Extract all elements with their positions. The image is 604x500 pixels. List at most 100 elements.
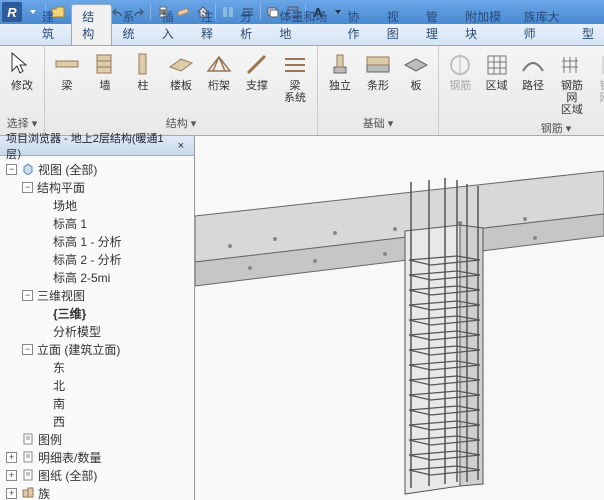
- area-icon: [483, 50, 511, 78]
- ribbon-btn-brace[interactable]: 支撑: [239, 48, 275, 94]
- ribbon-btn-label: 条形: [367, 80, 389, 92]
- tree-toggle-icon[interactable]: +: [6, 452, 17, 463]
- ribbon-btn-label: 独立: [329, 80, 351, 92]
- ribbon-btn-label: 板: [411, 80, 422, 92]
- tree-label: 场地: [53, 197, 77, 214]
- tree-node[interactable]: 标高 2 - 分析: [2, 250, 192, 268]
- ribbon-btn-fabric[interactable]: 钢筋网区域: [552, 48, 591, 118]
- truss-icon: [205, 50, 233, 78]
- tab-结构[interactable]: 结构: [71, 4, 112, 45]
- ribbon-btn-label: 墙: [100, 80, 111, 92]
- close-icon[interactable]: ×: [174, 140, 188, 152]
- tab-体量和场地[interactable]: 体量和场地: [269, 5, 337, 45]
- slab-icon: [402, 50, 430, 78]
- tree-toggle-icon[interactable]: −: [22, 182, 33, 193]
- ribbon-btn-beamsys[interactable]: 梁系统: [277, 48, 313, 106]
- ribbon-btn-floor[interactable]: 楼板: [163, 48, 199, 94]
- ribbon-btn-iso[interactable]: 独立: [322, 48, 358, 94]
- ribbon-btn-wall[interactable]: 墙: [87, 48, 123, 94]
- ribbon-btn-truss[interactable]: 桁架: [201, 48, 237, 94]
- ribbon-btn-label: 支撑: [246, 80, 268, 92]
- ribbon-btn-label: 钢筋: [449, 80, 471, 92]
- tab-协作[interactable]: 协作: [337, 5, 376, 45]
- tree-toggle-icon[interactable]: +: [6, 470, 17, 481]
- ribbon-group-基础: 独立 条形 板基础 ▾: [318, 46, 439, 135]
- column-icon: [129, 50, 157, 78]
- tree-node[interactable]: 标高 1: [2, 214, 192, 232]
- tree-node[interactable]: −三维视图: [2, 286, 192, 304]
- tree-node[interactable]: 北: [2, 376, 192, 394]
- ribbon-btn-label: 钢筋网片: [600, 80, 604, 104]
- tree-label: 族: [38, 485, 50, 500]
- tab-插入[interactable]: 插入: [152, 5, 191, 45]
- ribbon-btn-area[interactable]: 区域: [479, 48, 513, 94]
- ribbon-btn-label: 柱: [138, 80, 149, 92]
- tree-toggle-icon[interactable]: −: [22, 344, 33, 355]
- tree-node[interactable]: 标高 1 - 分析: [2, 232, 192, 250]
- tab-视图[interactable]: 视图: [377, 5, 416, 45]
- tab-管理[interactable]: 管理: [416, 5, 455, 45]
- cursor-icon: [8, 50, 36, 78]
- tree-node[interactable]: +明细表/数量: [2, 448, 192, 466]
- sheet-icon: [21, 433, 35, 445]
- tab-注释[interactable]: 注释: [191, 5, 230, 45]
- tree-node[interactable]: 西: [2, 412, 192, 430]
- tree-node[interactable]: 标高 2-5mi: [2, 268, 192, 286]
- ribbon-btn-label: 桁架: [208, 80, 230, 92]
- ribbon-btn-column[interactable]: 柱: [125, 48, 161, 94]
- cube-icon: [21, 163, 35, 175]
- brace-icon: [243, 50, 271, 78]
- tree-toggle-icon[interactable]: +: [6, 488, 17, 499]
- tree-node[interactable]: 东: [2, 358, 192, 376]
- tree-node[interactable]: 南: [2, 394, 192, 412]
- work-area: 项目浏览器 - 地上2层结构(暖通1层） × −视图 (全部)−结构平面场地标高…: [0, 136, 604, 500]
- project-browser-panel: 项目浏览器 - 地上2层结构(暖通1层） × −视图 (全部)−结构平面场地标高…: [0, 136, 195, 500]
- ribbon-btn-path[interactable]: 路径: [516, 48, 550, 94]
- ribbon-btn-label: 梁系统: [284, 80, 306, 104]
- project-browser-title: 项目浏览器 - 地上2层结构(暖通1层） ×: [0, 136, 194, 156]
- iso-icon: [326, 50, 354, 78]
- tree-node[interactable]: {三维}: [2, 304, 192, 322]
- tab-系统[interactable]: 系统: [112, 5, 151, 45]
- ribbon-btn-label: 路径: [522, 80, 544, 92]
- tree-label: 标高 1 - 分析: [53, 233, 122, 250]
- tab-附加模块[interactable]: 附加模块: [455, 5, 513, 45]
- tree-toggle-icon[interactable]: −: [6, 164, 17, 175]
- ribbon-group-label: 基础 ▾: [322, 113, 434, 133]
- sheet-icon: [21, 451, 35, 463]
- app-logo[interactable]: R: [2, 2, 22, 22]
- ribbon-btn-rebar: 钢筋: [443, 48, 477, 94]
- path-icon: [519, 50, 547, 78]
- tree-node[interactable]: +图纸 (全部): [2, 466, 192, 484]
- tree-node[interactable]: 场地: [2, 196, 192, 214]
- ribbon-group-钢筋: 钢筋区域路径钢筋网区域钢筋网片保护层钢筋 ▾: [439, 46, 604, 135]
- fabric-icon: [558, 50, 586, 78]
- ribbon-btn-label: 区域: [486, 80, 508, 92]
- tree-node[interactable]: −结构平面: [2, 178, 192, 196]
- fam-icon: [21, 487, 35, 499]
- project-tree: −视图 (全部)−结构平面场地标高 1标高 1 - 分析标高 2 - 分析标高 …: [0, 156, 194, 500]
- ribbon: 修改选择 ▾梁墙柱楼板桁架支撑梁系统结构 ▾独立条形板基础 ▾钢筋区域路径钢筋网…: [0, 46, 604, 136]
- ribbon-btn-cursor[interactable]: 修改: [4, 48, 40, 94]
- tree-toggle-icon[interactable]: −: [22, 290, 33, 301]
- tree-node[interactable]: +族: [2, 484, 192, 500]
- ribbon-btn-sheet: 钢筋网片: [593, 48, 604, 106]
- ribbon-btn-beam[interactable]: 梁: [49, 48, 85, 94]
- tab-族库大师[interactable]: 族库大师: [514, 5, 572, 45]
- tree-node[interactable]: 分析模型: [2, 322, 192, 340]
- viewport-3d[interactable]: [195, 136, 604, 500]
- tab-型[interactable]: 型: [572, 22, 604, 45]
- ribbon-btn-slab[interactable]: 板: [398, 48, 434, 94]
- tab-建筑[interactable]: 建筑: [32, 5, 71, 45]
- tree-node[interactable]: −视图 (全部): [2, 160, 192, 178]
- tree-node[interactable]: 图例: [2, 430, 192, 448]
- tab-分析[interactable]: 分析: [230, 5, 269, 45]
- beamsys-icon: [281, 50, 309, 78]
- tree-label: 标高 2 - 分析: [53, 251, 122, 268]
- ribbon-btn-strip[interactable]: 条形: [360, 48, 396, 94]
- ribbon-group-选择: 修改选择 ▾: [0, 46, 45, 135]
- ribbon-btn-label: 梁: [62, 80, 73, 92]
- tree-node[interactable]: −立面 (建筑立面): [2, 340, 192, 358]
- tree-label: 分析模型: [53, 323, 101, 340]
- tree-label: 东: [53, 359, 65, 376]
